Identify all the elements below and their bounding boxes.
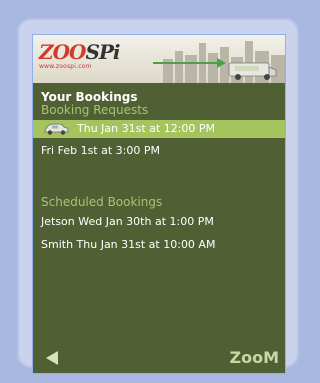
header-banner: ZOOSPi www.zoospi.com — [33, 35, 285, 83]
booking-request-item[interactable]: Fri Feb 1st at 3:00 PM — [41, 142, 277, 160]
app-screen: ZOOSPi www.zoospi.com Your Bookings Book… — [32, 34, 286, 374]
car-icon — [44, 123, 69, 135]
booking-request-label: Thu Jan 31st at 12:00 PM — [77, 122, 216, 135]
route-arrow-icon — [153, 58, 226, 68]
booking-request-item[interactable]: Thu Jan 31st at 12:00 PM — [33, 120, 285, 138]
zoom-brand-label[interactable]: ZooM — [229, 348, 279, 367]
booking-requests-heading: Booking Requests — [41, 103, 149, 117]
scheduled-booking-item[interactable]: Jetson Wed Jan 30th at 1:00 PM — [41, 213, 277, 231]
logo-text-b: SPi — [85, 40, 120, 64]
back-arrow-icon[interactable] — [45, 350, 59, 366]
van-icon — [228, 62, 277, 80]
scheduled-booking-label: Smith Thu Jan 31st at 10:00 AM — [41, 238, 216, 251]
scheduled-bookings-heading: Scheduled Bookings — [41, 195, 163, 209]
scheduled-booking-item[interactable]: Smith Thu Jan 31st at 10:00 AM — [41, 236, 277, 254]
scheduled-booking-label: Jetson Wed Jan 30th at 1:00 PM — [41, 215, 214, 228]
booking-request-label: Fri Feb 1st at 3:00 PM — [41, 144, 160, 157]
logo-text-a: ZOO — [39, 40, 86, 64]
page-title: Your Bookings — [41, 90, 138, 104]
banner-tagline: www.zoospi.com — [39, 63, 92, 70]
zoospi-logo: ZOOSPi — [39, 40, 121, 64]
